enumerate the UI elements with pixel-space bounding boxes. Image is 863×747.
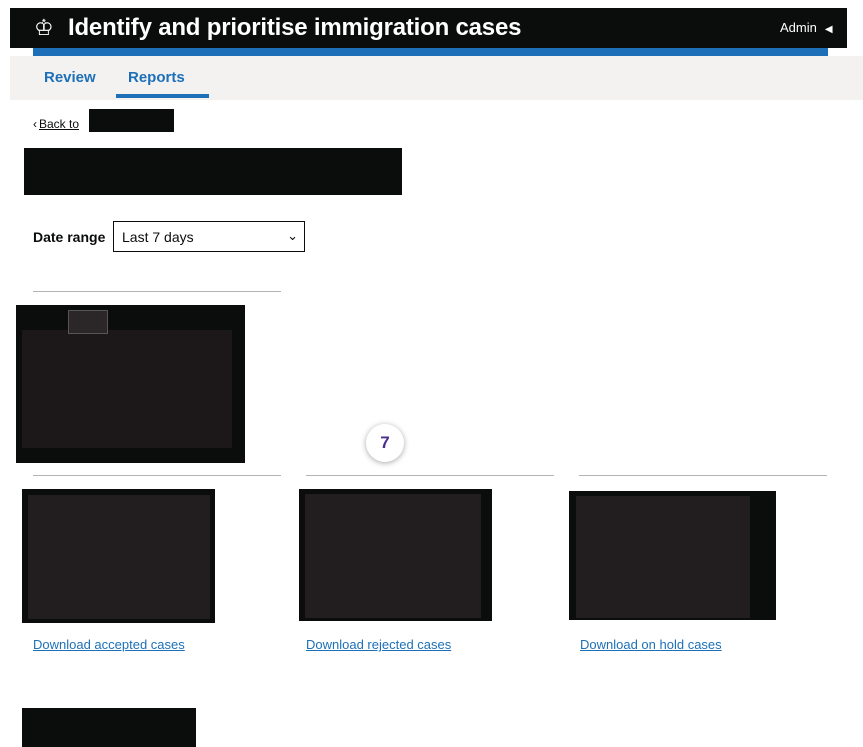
redacted-summary-value	[22, 330, 232, 448]
tab-review[interactable]: Review	[44, 69, 96, 87]
primary-navigation: Review Reports	[10, 56, 863, 100]
redacted-accepted-value	[28, 495, 210, 619]
date-range-value: Last 7 days	[122, 229, 194, 245]
download-on-hold-link[interactable]: Download on hold cases	[580, 637, 722, 653]
card-divider	[579, 475, 827, 476]
app-header: ♔ Identify and prioritise immigration ca…	[10, 8, 847, 48]
redacted-rejected-value	[305, 494, 481, 618]
download-rejected-link[interactable]: Download rejected cases	[306, 637, 451, 653]
user-menu[interactable]: Admin ◀	[780, 20, 833, 38]
caret-left-icon: ◀	[824, 24, 833, 35]
active-tab-indicator	[116, 94, 209, 98]
back-link[interactable]: ‹ Back to	[33, 117, 79, 131]
user-name: Admin	[780, 20, 817, 35]
redacted-bottom-card	[22, 708, 196, 747]
crown-icon: ♔	[34, 15, 54, 40]
card-divider	[306, 475, 554, 476]
section-divider	[33, 291, 281, 292]
redacted-summary-label	[68, 310, 108, 334]
service-title[interactable]: Identify and prioritise immigration case…	[68, 14, 521, 42]
chevron-left-icon: ‹	[33, 117, 37, 131]
back-link-label: Back to	[39, 117, 80, 131]
redacted-back-target	[89, 109, 174, 132]
chevron-down-icon: ⌄	[287, 228, 298, 243]
tab-reports[interactable]: Reports	[128, 69, 185, 87]
date-range-select[interactable]: Last 7 days ⌄	[113, 221, 305, 252]
card-divider	[33, 475, 281, 476]
step-marker: 7	[366, 424, 404, 462]
redacted-page-title	[24, 148, 402, 195]
download-accepted-link[interactable]: Download accepted cases	[33, 637, 185, 653]
date-range-label: Date range	[33, 229, 106, 245]
header-accent-bar	[33, 48, 828, 56]
redacted-on-hold-value	[576, 496, 750, 618]
